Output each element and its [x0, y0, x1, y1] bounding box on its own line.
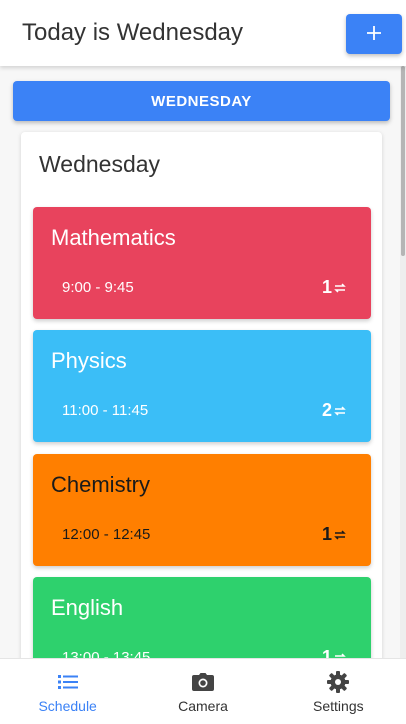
camera-icon: [191, 671, 215, 693]
lesson-card-english[interactable]: English 13:00 - 13:45 1: [33, 577, 371, 658]
lesson-name: Physics: [51, 348, 127, 373]
scrollbar[interactable]: [400, 66, 406, 658]
nav-item-settings[interactable]: Settings: [271, 659, 406, 724]
repeat-count-value: 2: [321, 400, 332, 420]
nav-item-camera[interactable]: Camera: [135, 659, 270, 724]
day-title: Wednesday: [39, 151, 161, 177]
lesson-time: 9:00 - 9:45: [62, 279, 134, 296]
app-header: Today is Wednesday: [0, 0, 406, 66]
lesson-time: 13:00 - 13:45: [62, 649, 151, 658]
repeat-icon: [333, 529, 347, 541]
lesson-name: Chemistry: [51, 472, 151, 497]
lesson-repeat-count: 1: [322, 524, 347, 545]
lesson-card-physics[interactable]: Physics 11:00 - 11:45 2: [33, 330, 371, 442]
bottom-nav: Schedule Camera Settings: [0, 658, 406, 724]
lesson-repeat-count: 1: [322, 647, 347, 658]
nav-item-schedule[interactable]: Schedule: [0, 659, 135, 724]
repeat-icon: [333, 282, 347, 294]
nav-label: Schedule: [38, 698, 97, 714]
repeat-count-value: 1: [321, 524, 332, 544]
plus-icon: [366, 25, 382, 44]
day-selector-button[interactable]: WEDNESDAY: [13, 81, 390, 121]
repeat-count-value: 1: [321, 647, 332, 658]
nav-label: Camera: [178, 698, 228, 714]
scrollbar-thumb[interactable]: [401, 66, 405, 256]
day-schedule-card: Wednesday Mathematics 9:00 - 9:45 1 Phys…: [21, 132, 382, 658]
lesson-repeat-count: 2: [322, 400, 347, 421]
repeat-icon: [333, 405, 347, 417]
lesson-time: 12:00 - 12:45: [62, 526, 151, 543]
lesson-card-chemistry[interactable]: Chemistry 12:00 - 12:45 1: [33, 454, 371, 566]
nav-label: Settings: [313, 698, 364, 714]
lesson-name: Mathematics: [51, 225, 176, 250]
list-icon: [57, 671, 79, 693]
repeat-count-value: 1: [321, 277, 332, 297]
lesson-repeat-count: 1: [322, 277, 347, 298]
schedule-scroll-area[interactable]: WEDNESDAY Wednesday Mathematics 9:00 - 9…: [0, 66, 406, 658]
gear-icon: [326, 671, 350, 693]
lesson-time: 11:00 - 11:45: [62, 402, 149, 419]
page-title: Today is Wednesday: [22, 19, 244, 46]
lesson-name: English: [51, 595, 124, 620]
lesson-card-mathematics[interactable]: Mathematics 9:00 - 9:45 1: [33, 207, 371, 319]
add-button[interactable]: [346, 14, 402, 54]
